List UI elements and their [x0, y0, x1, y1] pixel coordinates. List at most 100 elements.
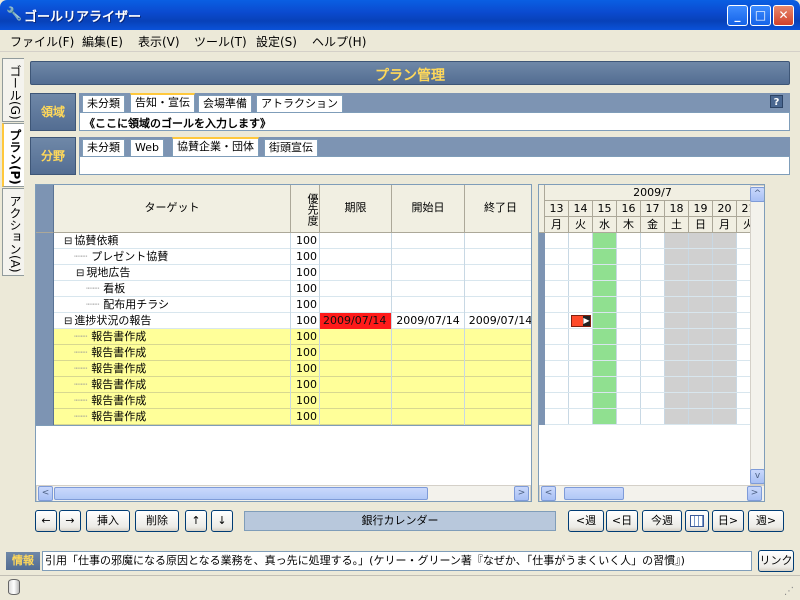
cell-start[interactable]: [392, 361, 465, 377]
calendar-vscrollbar[interactable]: ^ v: [750, 185, 764, 485]
cell-start[interactable]: [392, 377, 465, 393]
row-header[interactable]: [36, 265, 54, 281]
cell-target[interactable]: ┈┈ プレゼント協賛: [54, 249, 291, 265]
calendar-column[interactable]: [713, 233, 737, 425]
cell-start[interactable]: [392, 329, 465, 345]
category-goal-field[interactable]: [79, 156, 790, 175]
cell-deadline[interactable]: [320, 345, 392, 361]
next-week-button[interactable]: 週>: [748, 510, 784, 532]
table-row[interactable]: ┈┈ 看板 100: [36, 281, 531, 297]
minimize-button[interactable]: _: [727, 5, 748, 26]
cell-end[interactable]: [465, 345, 531, 361]
table-row[interactable]: ⊟ 進捗状況の報告 100 2009/07/14 2009/07/14 2009/07/1…: [36, 313, 531, 329]
menu-file[interactable]: ファイル(F): [10, 33, 74, 50]
cell-priority[interactable]: 100: [291, 297, 320, 313]
cell-end[interactable]: [465, 297, 531, 313]
row-header[interactable]: [36, 249, 54, 265]
category-tab-sponsor[interactable]: 協賛企業・団体: [172, 137, 259, 156]
cell-target[interactable]: ┈┈ 報告書作成: [54, 329, 291, 345]
cell-start[interactable]: [392, 265, 465, 281]
table-row[interactable]: ⊟ 協賛依頼 100: [36, 233, 531, 249]
cell-priority[interactable]: 100: [291, 345, 320, 361]
row-header[interactable]: [36, 409, 54, 425]
table-row[interactable]: ┈┈ 報告書作成 100: [36, 377, 531, 393]
cell-start[interactable]: [392, 249, 465, 265]
move-up-button[interactable]: ↑: [185, 510, 207, 532]
cell-deadline[interactable]: [320, 265, 392, 281]
area-tab-venue[interactable]: 会場準備: [198, 95, 252, 112]
cell-end[interactable]: 2009/07/14: [465, 313, 531, 329]
cell-deadline[interactable]: [320, 281, 392, 297]
cell-deadline[interactable]: [320, 393, 392, 409]
header-end[interactable]: 終了日: [465, 185, 531, 233]
menu-edit[interactable]: 編集(E): [82, 33, 123, 50]
prev-week-button[interactable]: <週: [568, 510, 604, 532]
tab-action[interactable]: アクション(A): [2, 188, 24, 276]
scroll-thumb[interactable]: [54, 487, 428, 500]
tab-goal[interactable]: ゴール(G): [2, 58, 24, 122]
cell-target[interactable]: ┈┈ 配布用チラシ: [54, 297, 291, 313]
header-start[interactable]: 開始日: [392, 185, 465, 233]
scroll-right-icon[interactable]: >: [514, 486, 529, 501]
cell-target[interactable]: ⊟ 協賛依頼: [54, 233, 291, 249]
cell-priority[interactable]: 100: [291, 233, 320, 249]
next-day-button[interactable]: 日>: [712, 510, 744, 532]
cell-priority[interactable]: 100: [291, 281, 320, 297]
cell-start[interactable]: [392, 297, 465, 313]
calendar-hscrollbar[interactable]: < >: [539, 485, 764, 501]
cell-priority[interactable]: 100: [291, 393, 320, 409]
resize-grip-icon[interactable]: ⋰: [784, 586, 796, 598]
cell-deadline[interactable]: [320, 377, 392, 393]
header-target[interactable]: ターゲット: [54, 185, 291, 233]
row-header[interactable]: [36, 297, 54, 313]
calendar-column[interactable]: [641, 233, 665, 425]
move-down-button[interactable]: ↓: [211, 510, 233, 532]
tree-collapse-icon[interactable]: ⊟: [64, 316, 72, 327]
calendar-column[interactable]: [617, 233, 641, 425]
table-row[interactable]: ┈┈ 報告書作成 100: [36, 361, 531, 377]
table-row[interactable]: ┈┈ 報告書作成 100: [36, 329, 531, 345]
cell-start[interactable]: [392, 409, 465, 425]
forward-button[interactable]: →: [59, 510, 81, 532]
cell-start[interactable]: [392, 281, 465, 297]
cal-scroll-thumb[interactable]: [564, 487, 624, 500]
cell-priority[interactable]: 100: [291, 377, 320, 393]
cell-end[interactable]: [465, 265, 531, 281]
cell-deadline[interactable]: [320, 361, 392, 377]
category-tab-street[interactable]: 街頭宣伝: [264, 139, 318, 156]
calendar-column[interactable]: [689, 233, 713, 425]
row-header[interactable]: [36, 377, 54, 393]
cell-start[interactable]: [392, 233, 465, 249]
area-goal-field[interactable]: 《ここに領域のゴールを入力します》: [79, 112, 790, 131]
area-tab-attraction[interactable]: アトラクション: [256, 95, 343, 112]
calendar-column[interactable]: [569, 233, 593, 425]
tab-plan[interactable]: プラン(P): [2, 123, 24, 187]
cell-target[interactable]: ┈┈ 看板: [54, 281, 291, 297]
header-priority[interactable]: 優先度: [291, 185, 320, 233]
cell-target[interactable]: ┈┈ 報告書作成: [54, 409, 291, 425]
cell-start[interactable]: [392, 345, 465, 361]
maximize-button[interactable]: □: [750, 5, 771, 26]
delete-button[interactable]: 削除: [135, 510, 179, 532]
table-row[interactable]: ┈┈ プレゼント協賛 100: [36, 249, 531, 265]
calendar-column[interactable]: [545, 233, 569, 425]
row-header[interactable]: [36, 345, 54, 361]
row-header[interactable]: [36, 361, 54, 377]
link-button[interactable]: リンク: [758, 550, 794, 572]
cell-target[interactable]: ┈┈ 報告書作成: [54, 345, 291, 361]
back-button[interactable]: ←: [35, 510, 57, 532]
cell-deadline[interactable]: [320, 233, 392, 249]
cal-scroll-right-icon[interactable]: >: [747, 486, 762, 501]
menu-settings[interactable]: 設定(S): [256, 33, 297, 50]
category-tab-web[interactable]: Web: [130, 139, 164, 156]
row-header[interactable]: [36, 233, 54, 249]
prev-day-button[interactable]: <日: [606, 510, 638, 532]
cell-priority[interactable]: 100: [291, 329, 320, 345]
table-row[interactable]: ┈┈ 配布用チラシ 100: [36, 297, 531, 313]
scroll-left-icon[interactable]: <: [38, 486, 53, 501]
row-header[interactable]: [36, 329, 54, 345]
area-tab-notice[interactable]: 告知・宣伝: [130, 93, 195, 112]
cell-deadline[interactable]: [320, 249, 392, 265]
cell-deadline[interactable]: 2009/07/14: [320, 313, 392, 329]
table-row[interactable]: ┈┈ 報告書作成 100: [36, 345, 531, 361]
